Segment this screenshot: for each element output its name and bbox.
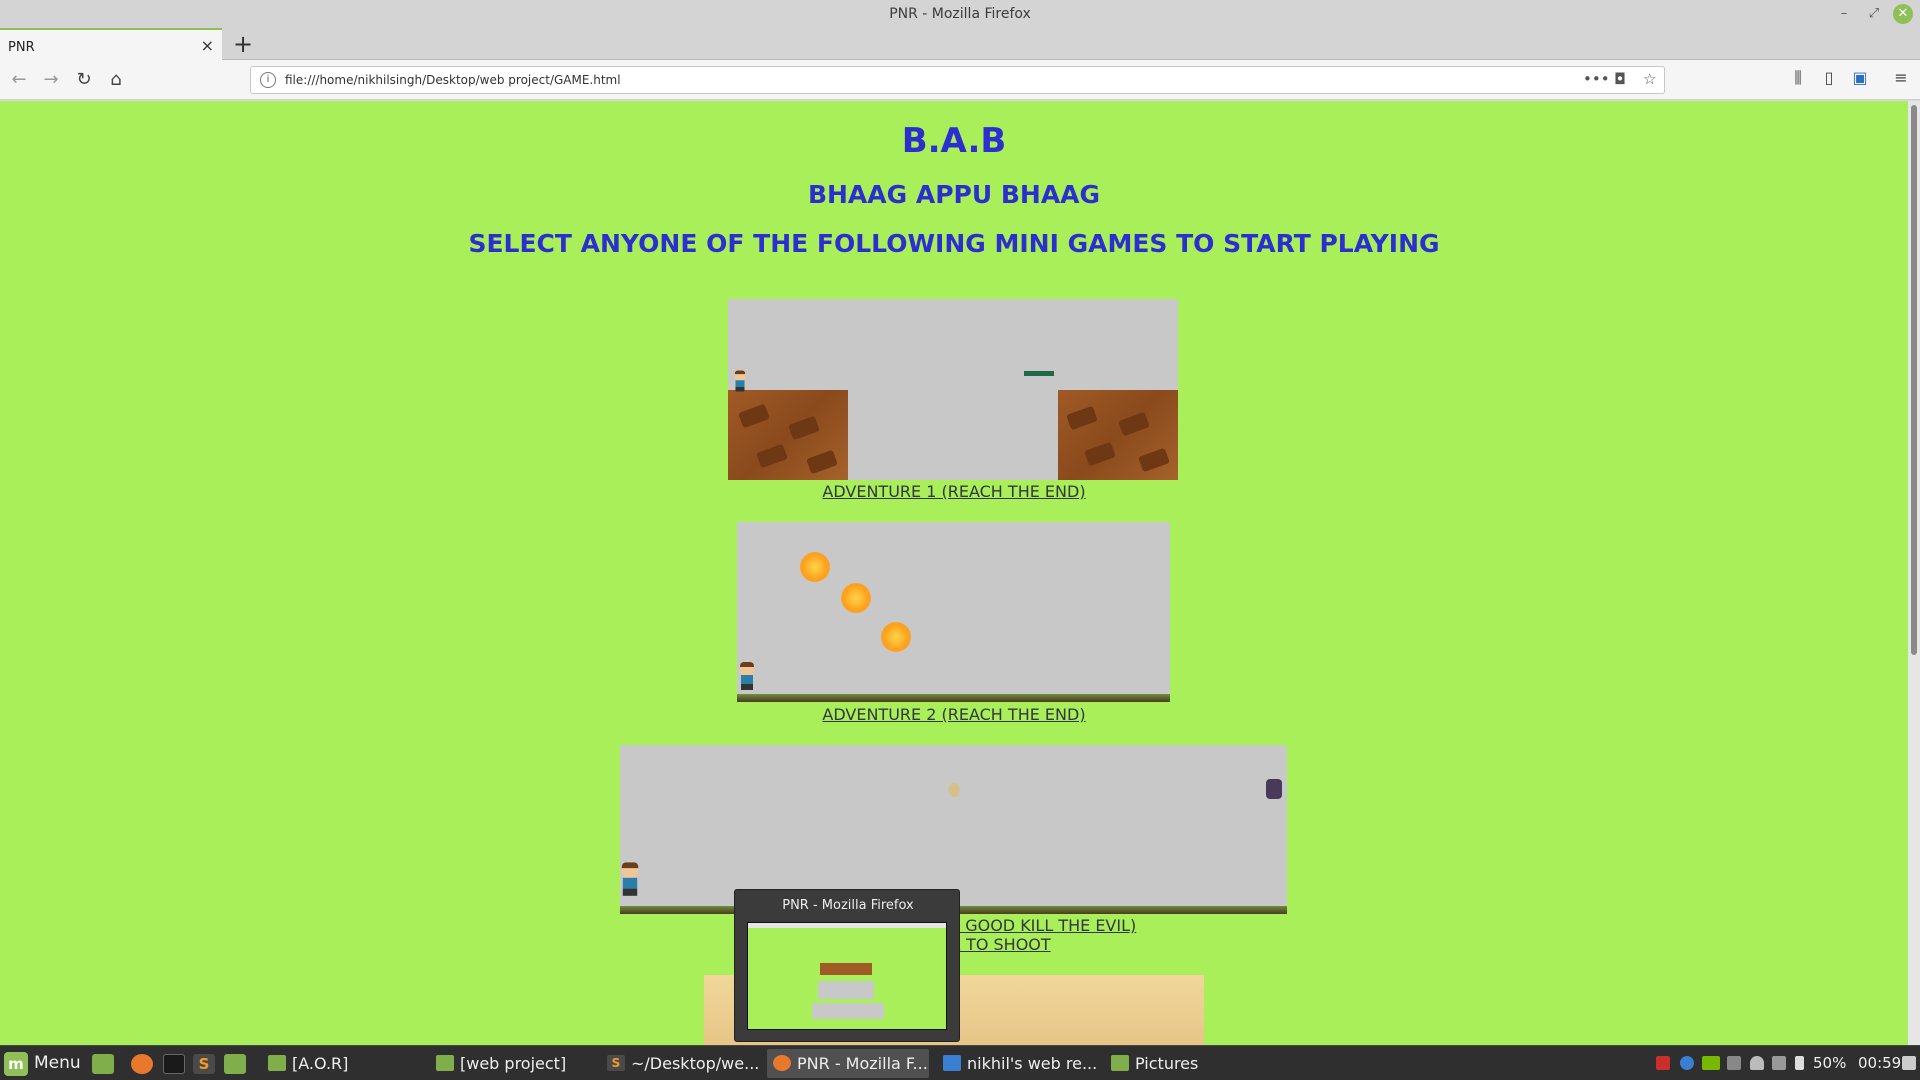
tab-pnr[interactable]: PNR × — [0, 28, 222, 60]
page-subtitle: BHAAG APPU BHAAG — [807, 180, 1101, 209]
bluetooth-icon[interactable] — [1680, 1056, 1694, 1070]
window-titlebar: PNR - Mozilla Firefox – ⤢ ✕ — [0, 0, 1920, 28]
reload-icon[interactable]: ↻ — [72, 68, 96, 92]
extension-icon[interactable]: ▣ — [1849, 68, 1871, 87]
task-label: ~/Desktop/we... — [631, 1054, 760, 1073]
folder-icon — [436, 1055, 454, 1071]
volume-icon[interactable] — [1902, 1056, 1916, 1070]
battery-percent: 50% — [1813, 1054, 1847, 1072]
taskbar-task[interactable]: S ~/Desktop/we... — [601, 1049, 761, 1078]
new-tab-icon[interactable]: + — [230, 30, 256, 58]
back-icon[interactable]: ← — [7, 68, 31, 92]
firefox-launcher-icon[interactable] — [131, 1054, 153, 1074]
task-label: PNR - Mozilla F... — [797, 1054, 928, 1073]
adventure-2-preview[interactable] — [737, 522, 1170, 702]
info-icon[interactable]: i — [260, 72, 276, 88]
network-icon[interactable] — [1772, 1056, 1786, 1070]
dirt-platform-left — [728, 390, 848, 480]
sublime-text-launcher-icon[interactable]: S — [193, 1054, 215, 1074]
page-actions-icon[interactable]: ••• — [1583, 70, 1610, 88]
folder-icon — [1111, 1055, 1129, 1071]
fireball-sprite — [881, 622, 911, 652]
sidebar-icon[interactable]: ▯ — [1818, 68, 1840, 87]
bookmark-star-icon[interactable]: ☆ — [1643, 70, 1656, 88]
mint-logo-icon: m — [4, 1052, 28, 1076]
preview-thumbnail[interactable] — [747, 922, 947, 1030]
preview-title: PNR - Mozilla Firefox — [782, 898, 914, 913]
url-bar[interactable]: i file:///home/nikhilsingh/Desktop/web p… — [250, 66, 1665, 94]
start-menu-button[interactable]: m Menu — [4, 1050, 81, 1077]
taskbar: m Menu S [A.O.R] [web project] S ~/Deskt… — [0, 1045, 1920, 1080]
library-icon[interactable]: ⫼ — [1787, 68, 1809, 88]
taskbar-task[interactable]: Pictures — [1105, 1049, 1245, 1078]
adventure-1-link[interactable]: ADVENTURE 1 (REACH THE END) — [0, 482, 1908, 501]
taskbar-task-active[interactable]: PNR - Mozilla F... — [767, 1049, 929, 1078]
document-icon — [943, 1055, 961, 1071]
taskbar-window-preview[interactable]: PNR - Mozilla Firefox — [734, 889, 960, 1042]
clock[interactable]: 00:59 — [1858, 1046, 1901, 1080]
battery-icon[interactable] — [1795, 1056, 1804, 1070]
sublime-text-icon: S — [607, 1055, 625, 1071]
adventure-3-hint[interactable]: X TO SHOOT — [950, 935, 1051, 954]
show-desktop-icon[interactable] — [92, 1054, 114, 1074]
firefox-icon — [773, 1055, 791, 1071]
taskbar-task[interactable]: [web project] — [430, 1049, 595, 1078]
user-icon[interactable] — [1750, 1056, 1764, 1070]
floating-platform — [1024, 371, 1054, 376]
fireball-sprite — [800, 552, 830, 582]
task-label: Pictures — [1135, 1054, 1199, 1073]
taskbar-task[interactable]: [A.O.R] — [262, 1049, 422, 1078]
taskbar-task[interactable]: nikhil's web re... — [937, 1049, 1099, 1078]
security-shield-icon[interactable] — [1656, 1056, 1670, 1070]
files-launcher-icon[interactable] — [224, 1054, 246, 1074]
dirt-platform-right — [1058, 390, 1178, 480]
hamburger-menu-icon[interactable]: ≡ — [1890, 68, 1912, 87]
task-label: [A.O.R] — [292, 1054, 349, 1073]
page-scrollbar[interactable] — [1908, 101, 1920, 1045]
fireball-sprite — [841, 583, 871, 613]
adventure-1-preview[interactable] — [728, 299, 1178, 480]
maximize-icon[interactable]: ⤢ — [1864, 4, 1884, 24]
page-title: B.A.B — [901, 121, 1007, 161]
close-window-icon[interactable]: ✕ — [1893, 4, 1913, 24]
pocket-icon[interactable]: ◘ — [1614, 70, 1626, 88]
scrollbar-thumb[interactable] — [1911, 105, 1917, 655]
terminal-launcher-icon[interactable] — [163, 1054, 185, 1074]
bird-sprite — [948, 783, 960, 797]
nvidia-icon[interactable] — [1702, 1056, 1720, 1070]
update-manager-icon[interactable] — [1727, 1056, 1741, 1070]
home-icon[interactable]: ⌂ — [104, 68, 128, 92]
adventure-3-link[interactable]: E GOOD KILL THE EVIL) — [950, 916, 1136, 935]
task-label: nikhil's web re... — [967, 1054, 1098, 1073]
menu-label: Menu — [34, 1053, 81, 1073]
task-label: [web project] — [460, 1054, 567, 1073]
adventure-2-link[interactable]: ADVENTURE 2 (REACH THE END) — [0, 705, 1908, 724]
ground-strip — [737, 694, 1170, 702]
player-sprite — [620, 862, 642, 896]
window-title: PNR - Mozilla Firefox — [889, 6, 1031, 22]
tab-strip: PNR × + — [0, 28, 1920, 60]
tab-label: PNR — [8, 40, 35, 55]
tab-close-icon[interactable]: × — [201, 36, 214, 55]
page-instruction: SELECT ANYONE OF THE FOLLOWING MINI GAME… — [468, 229, 1440, 258]
url-text[interactable]: file:///home/nikhilsingh/Desktop/web pro… — [285, 73, 621, 87]
folder-icon — [268, 1055, 286, 1071]
forward-icon[interactable]: → — [39, 68, 63, 92]
enemy-sprite — [1266, 779, 1282, 799]
navigation-toolbar: ← → ↻ ⌂ i file:///home/nikhilsingh/Deskt… — [0, 60, 1920, 100]
player-sprite — [733, 370, 748, 392]
player-sprite — [737, 662, 757, 690]
minimize-icon[interactable]: – — [1834, 4, 1854, 24]
